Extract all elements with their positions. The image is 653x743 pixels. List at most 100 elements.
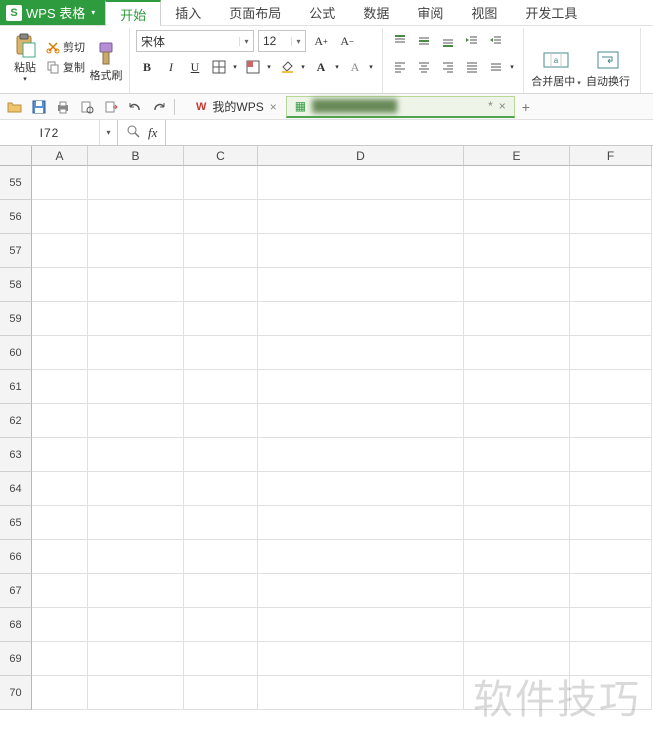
cell[interactable] xyxy=(32,336,88,370)
underline-button[interactable]: U xyxy=(184,56,206,78)
cell[interactable] xyxy=(88,438,184,472)
align-right-button[interactable] xyxy=(437,56,459,78)
align-left-button[interactable] xyxy=(389,56,411,78)
cell[interactable] xyxy=(88,166,184,200)
row-head[interactable]: 65 xyxy=(0,506,32,540)
clear-format-button[interactable]: A xyxy=(344,56,366,78)
cell[interactable] xyxy=(184,302,258,336)
cell[interactable] xyxy=(88,676,184,710)
chevron-down-icon[interactable]: ▾ xyxy=(264,56,274,78)
cell[interactable] xyxy=(88,472,184,506)
bold-button[interactable]: B xyxy=(136,56,158,78)
cell[interactable] xyxy=(258,506,464,540)
cell[interactable] xyxy=(464,336,570,370)
formula-input[interactable] xyxy=(166,120,653,145)
align-bottom-button[interactable] xyxy=(437,30,459,52)
cell[interactable] xyxy=(32,166,88,200)
cell[interactable] xyxy=(570,438,652,472)
cell[interactable] xyxy=(570,506,652,540)
increase-font-button[interactable]: A+ xyxy=(310,30,332,52)
col-head-B[interactable]: B xyxy=(88,146,184,166)
col-head-A[interactable]: A xyxy=(32,146,88,166)
cell[interactable] xyxy=(258,336,464,370)
undo-button[interactable] xyxy=(126,98,144,116)
cell[interactable] xyxy=(570,608,652,642)
cell[interactable] xyxy=(184,642,258,676)
cell[interactable] xyxy=(88,234,184,268)
cell[interactable] xyxy=(32,540,88,574)
font-name-combo[interactable]: 宋体 ▾ xyxy=(136,30,254,52)
font-color-button[interactable]: A xyxy=(310,56,332,78)
decrease-font-button[interactable]: A− xyxy=(336,30,358,52)
print-preview-button[interactable] xyxy=(78,98,96,116)
align-top-button[interactable] xyxy=(389,30,411,52)
chevron-down-icon[interactable]: ▾ xyxy=(507,56,517,78)
cell[interactable] xyxy=(570,200,652,234)
cell[interactable] xyxy=(464,234,570,268)
name-box[interactable]: I72 ▾ xyxy=(0,120,118,145)
cell-style-button[interactable] xyxy=(242,56,264,78)
cut-button[interactable]: 剪切 xyxy=(46,38,85,56)
cell[interactable] xyxy=(88,506,184,540)
chevron-down-icon[interactable]: ▾ xyxy=(99,120,117,145)
decrease-indent-button[interactable] xyxy=(461,30,483,52)
cell[interactable] xyxy=(88,540,184,574)
align-middle-button[interactable] xyxy=(413,30,435,52)
fill-color-button[interactable] xyxy=(276,56,298,78)
cell[interactable] xyxy=(258,540,464,574)
cell[interactable] xyxy=(88,336,184,370)
cell[interactable] xyxy=(258,472,464,506)
row-head[interactable]: 64 xyxy=(0,472,32,506)
doc-tab-current[interactable]: ▦ ██████████ * × xyxy=(286,96,515,118)
cell[interactable] xyxy=(258,404,464,438)
cell[interactable] xyxy=(88,370,184,404)
row-head[interactable]: 60 xyxy=(0,336,32,370)
cell[interactable] xyxy=(184,472,258,506)
menu-tab-2[interactable]: 页面布局 xyxy=(215,0,295,25)
font-size-combo[interactable]: 12 ▾ xyxy=(258,30,306,52)
cell[interactable] xyxy=(32,676,88,710)
doc-tab-mywps[interactable]: W 我的WPS × xyxy=(187,96,286,118)
select-all-corner[interactable] xyxy=(0,146,32,166)
cancel-formula-button[interactable] xyxy=(126,124,140,141)
cell[interactable] xyxy=(258,200,464,234)
cell[interactable] xyxy=(258,642,464,676)
cell[interactable] xyxy=(570,642,652,676)
wrap-text-button[interactable]: 自动换行 xyxy=(582,30,634,91)
increase-indent-button[interactable] xyxy=(485,30,507,52)
menu-tab-7[interactable]: 开发工具 xyxy=(511,0,591,25)
cell[interactable] xyxy=(32,472,88,506)
chevron-down-icon[interactable]: ▾ xyxy=(230,56,240,78)
menu-tab-5[interactable]: 审阅 xyxy=(403,0,457,25)
cell[interactable] xyxy=(184,166,258,200)
cell[interactable] xyxy=(184,336,258,370)
menu-tab-4[interactable]: 数据 xyxy=(349,0,403,25)
cell[interactable] xyxy=(32,574,88,608)
cell[interactable] xyxy=(32,234,88,268)
cell[interactable] xyxy=(88,302,184,336)
cell[interactable] xyxy=(184,200,258,234)
cell[interactable] xyxy=(184,676,258,710)
cell[interactable] xyxy=(184,506,258,540)
menu-tab-3[interactable]: 公式 xyxy=(295,0,349,25)
cell[interactable] xyxy=(258,370,464,404)
cell[interactable] xyxy=(570,540,652,574)
copy-button[interactable]: 复制 xyxy=(46,58,85,76)
cell[interactable] xyxy=(32,608,88,642)
redo-button[interactable] xyxy=(150,98,168,116)
orientation-button[interactable] xyxy=(485,56,507,78)
cell[interactable] xyxy=(464,506,570,540)
cell[interactable] xyxy=(464,540,570,574)
app-title[interactable]: S WPS 表格 ▾ xyxy=(0,0,105,25)
row-head[interactable]: 58 xyxy=(0,268,32,302)
format-painter-button[interactable]: 格式刷 xyxy=(89,30,123,83)
cell[interactable] xyxy=(570,268,652,302)
cell[interactable] xyxy=(570,336,652,370)
col-head-F[interactable]: F xyxy=(570,146,652,166)
row-head[interactable]: 55 xyxy=(0,166,32,200)
add-tab-button[interactable]: + xyxy=(515,99,537,115)
chevron-down-icon[interactable]: ▾ xyxy=(332,56,342,78)
cell[interactable] xyxy=(258,234,464,268)
cell[interactable] xyxy=(32,506,88,540)
row-head[interactable]: 56 xyxy=(0,200,32,234)
